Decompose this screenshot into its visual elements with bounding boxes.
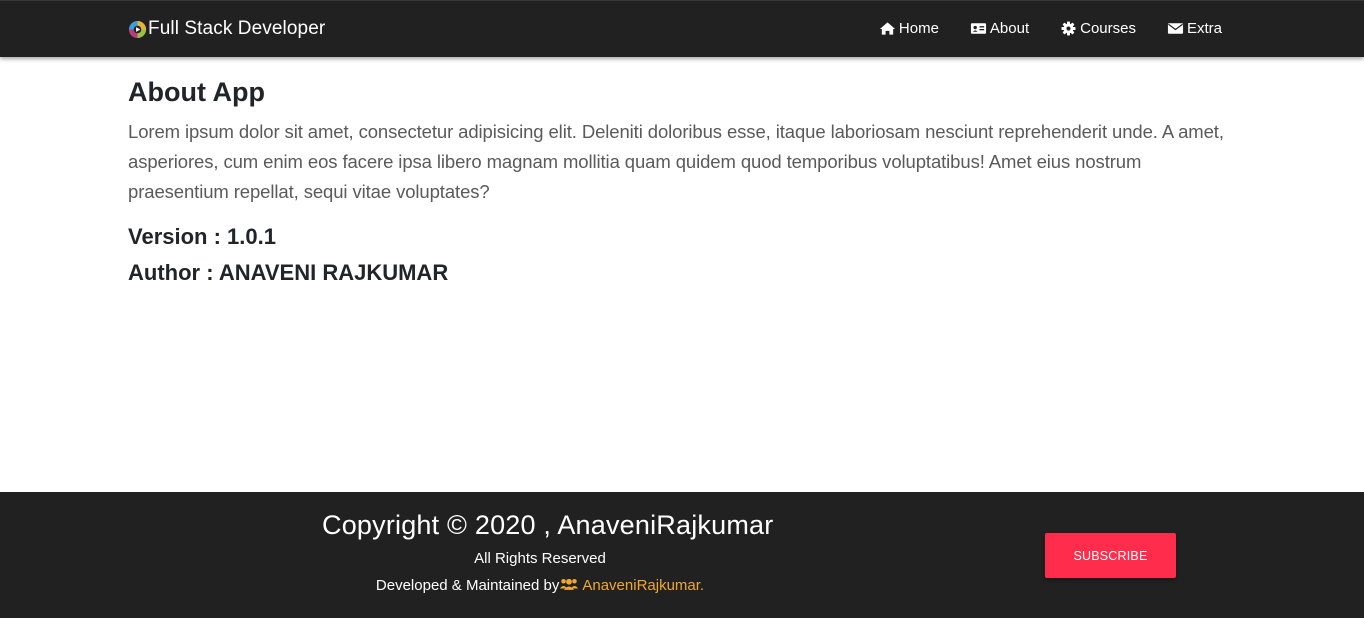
main-nav: Home About Courses Extra	[879, 20, 1222, 37]
brand-link[interactable]: Full Stack Developer	[128, 18, 325, 40]
nav-item-courses-label: Courses	[1080, 20, 1136, 37]
users-icon	[560, 578, 579, 590]
nav-item-extra-label: Extra	[1186, 20, 1222, 37]
nav-item-home-label: Home	[898, 20, 939, 37]
page-title: About App	[128, 77, 265, 107]
version-info: Version : 1.0.1	[128, 224, 276, 249]
page-footer: Copyright © 2020 , AnaveniRajkumar All R…	[0, 492, 1364, 618]
nav-item-courses[interactable]: Courses	[1060, 20, 1136, 37]
gear-icon	[1061, 21, 1076, 36]
developer-credit-prefix: Developed & Maintained by	[375, 577, 560, 594]
top-navbar: Full Stack Developer Home About Courses …	[0, 0, 1364, 57]
about-section: About App Lorem ipsum dolor sit amet, co…	[128, 76, 1238, 291]
subscribe-button[interactable]: SUBSCRIBE	[1045, 533, 1176, 578]
nav-item-extra[interactable]: Extra	[1167, 20, 1222, 37]
brand-title: Full Stack Developer	[148, 18, 326, 39]
home-icon	[879, 22, 895, 35]
id-card-icon	[970, 23, 986, 34]
copyright-text: Copyright © 2020 , AnaveniRajkumar	[322, 510, 774, 540]
author-info: Author : ANAVENI RAJKUMAR	[128, 260, 449, 285]
nav-item-home[interactable]: Home	[879, 20, 939, 37]
nav-item-about[interactable]: About	[970, 20, 1029, 37]
nav-item-about-label: About	[989, 20, 1030, 37]
developer-link[interactable]: AnaveniRajkumar.	[582, 577, 704, 594]
envelope-icon	[1167, 23, 1184, 34]
rights-text: All Rights Reserved	[474, 550, 606, 567]
developer-credit: Developed & Maintained by AnaveniRajkuma…	[0, 577, 1080, 594]
brand-logo-icon	[128, 20, 147, 38]
app-description: Lorem ipsum dolor sit amet, consectetur …	[128, 121, 1224, 202]
